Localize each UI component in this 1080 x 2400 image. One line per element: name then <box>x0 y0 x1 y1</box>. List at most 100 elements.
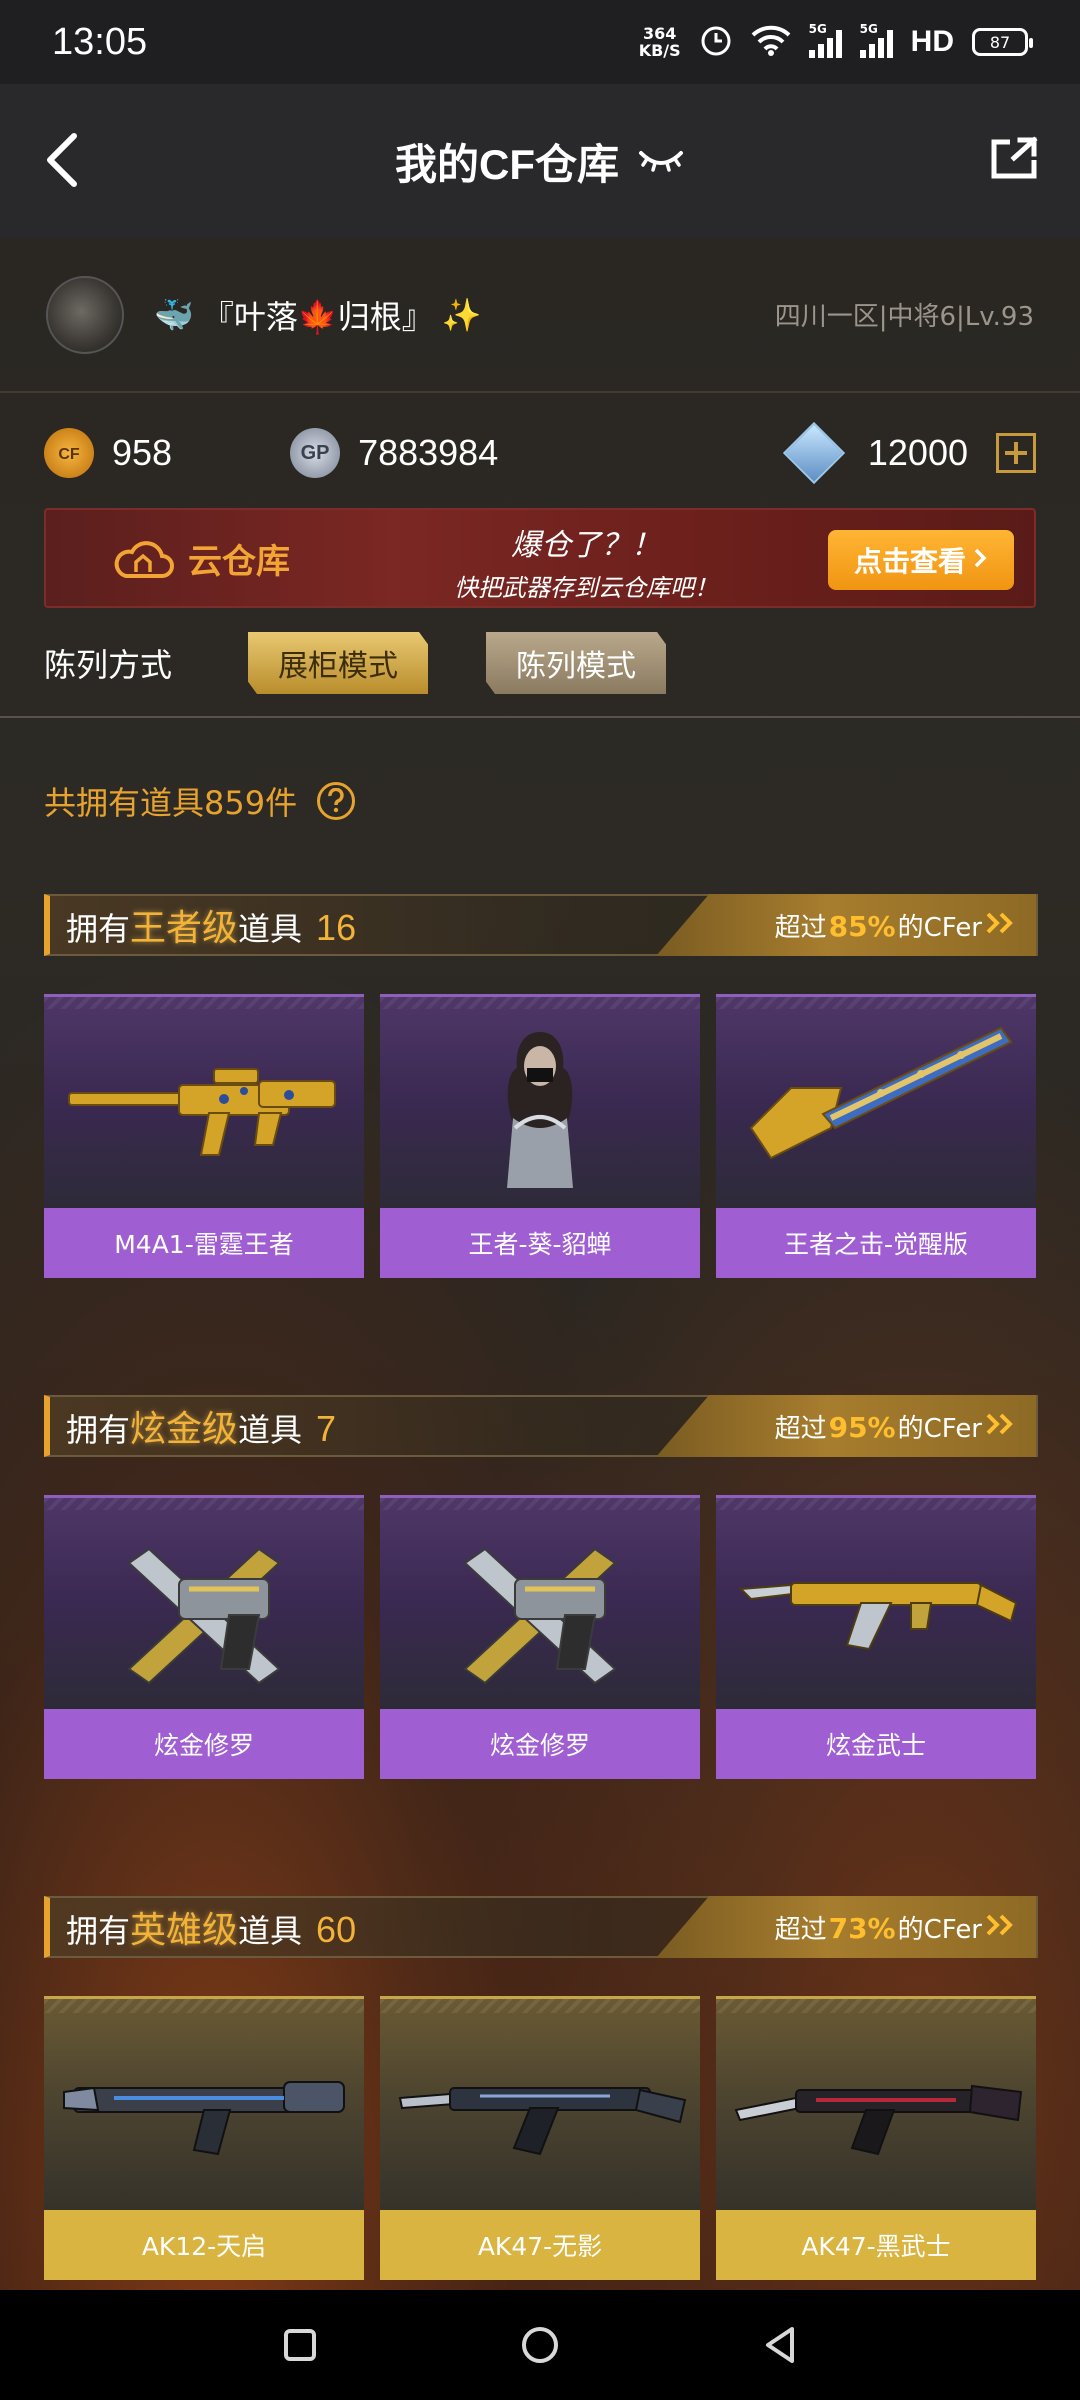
app-header: 我的CF仓库 <box>0 84 1080 238</box>
item-name: 炫金修罗 <box>44 1709 364 1779</box>
rank-suffix: 的CFer <box>897 1413 982 1444</box>
item-card[interactable]: 炫金修罗 <box>44 1495 364 1779</box>
item-name: 炫金修罗 <box>380 1709 700 1779</box>
section-prefix: 拥有 <box>66 910 131 948</box>
page-title-wrap: 我的CF仓库 <box>395 131 685 192</box>
gp-points-value: 7883984 <box>358 432 499 473</box>
hd-indicator: HD <box>910 25 954 58</box>
section-title: 拥有 英雄级 道具 60 <box>66 1901 356 1953</box>
page-title: 我的CF仓库 <box>395 140 619 188</box>
banner-slogan-line1: 爆仓了？！ <box>511 528 661 563</box>
section-prefix: 拥有 <box>66 1411 131 1449</box>
item-grid: 炫金修罗 炫金修罗 炫金武士 <box>44 1495 1038 1779</box>
cf-coin-icon: CF <box>44 428 94 478</box>
section-rank-link[interactable]: 超过 95% 的CFer <box>656 1395 1036 1457</box>
cloud-house-icon <box>112 536 174 580</box>
display-mode-label: 陈列方式 <box>44 646 173 684</box>
add-diamond-button[interactable] <box>996 433 1036 473</box>
section-king-tier: 拥有 王者级 道具 16 超过 85% 的CFer M4A1-雷霆王者 王者-葵… <box>44 894 1038 1278</box>
nickname-text: 『叶落🍁归根』 <box>201 297 434 336</box>
status-bar: 13:05 364 KB/S 5G 5G HD 87 <box>0 0 1080 84</box>
item-grid: M4A1-雷霆王者 王者-葵-貂蝉 王者之击-觉醒版 <box>44 994 1038 1278</box>
nickname: 🐳 『叶落🍁归根』 ✨ <box>154 292 482 338</box>
item-card[interactable]: 王者-葵-貂蝉 <box>380 994 700 1278</box>
item-card[interactable]: AK47-黑武士 <box>716 1996 1036 2280</box>
section-prefix: 拥有 <box>66 1912 131 1950</box>
back-icon[interactable] <box>40 128 84 192</box>
banner-slogan: 爆仓了？！ 快把武器存到云仓库吧！ <box>426 520 746 603</box>
item-name: AK12-天启 <box>44 2210 364 2280</box>
item-card[interactable]: 炫金修罗 <box>380 1495 700 1779</box>
avatar[interactable] <box>46 275 124 354</box>
item-card[interactable]: 王者之击-觉醒版 <box>716 994 1036 1278</box>
square-icon[interactable] <box>270 2315 330 2375</box>
diamond-value: 12000 <box>867 432 968 473</box>
cloud-warehouse-banner[interactable]: 云仓库 爆仓了？！ 快把武器存到云仓库吧！ 点击查看 <box>44 508 1036 608</box>
item-card[interactable]: M4A1-雷霆王者 <box>44 994 364 1278</box>
item-name: AK47-无影 <box>380 2210 700 2280</box>
rank-prefix: 超过 <box>774 912 827 943</box>
view-cloud-button[interactable]: 点击查看 <box>828 530 1014 590</box>
section-count: 60 <box>316 1909 357 1950</box>
display-mode-row: 陈列方式 展柜模式 陈列模式 <box>44 630 667 696</box>
item-card[interactable]: 炫金武士 <box>716 1495 1036 1779</box>
battery-icon: 87 <box>972 28 1033 56</box>
item-image <box>716 1996 1036 2210</box>
gp-coin-icon: GP <box>290 428 341 478</box>
system-nav-bar <box>0 2290 1080 2400</box>
section-header: 拥有 炫金级 道具 7 超过 95% 的CFer <box>44 1395 1038 1457</box>
item-image <box>44 1996 364 2210</box>
section-rank-link[interactable]: 超过 73% 的CFer <box>656 1896 1036 1958</box>
section-title: 拥有 王者级 道具 16 <box>66 899 356 951</box>
svg-text:CF: CF <box>58 446 80 463</box>
item-card[interactable]: AK47-无影 <box>380 1996 700 2280</box>
section-tier: 英雄级 <box>130 1910 239 1951</box>
section-count: 16 <box>316 907 357 948</box>
circle-icon[interactable] <box>510 2315 570 2375</box>
wifi-icon <box>751 24 791 60</box>
section-suffix: 道具 <box>238 1411 303 1449</box>
rank-suffix: 的CFer <box>897 1914 982 1945</box>
chevron-right-icon <box>972 544 988 577</box>
question-icon[interactable] <box>317 782 356 820</box>
section-tier: 王者级 <box>130 908 239 949</box>
diamond-icon <box>782 421 846 485</box>
item-image <box>716 1495 1036 1709</box>
list-mode-button[interactable]: 陈列模式 <box>486 632 667 694</box>
view-cloud-button-label: 点击查看 <box>853 545 966 578</box>
section-header: 拥有 王者级 道具 16 超过 85% 的CFer <box>44 894 1038 956</box>
section-header: 拥有 英雄级 道具 60 超过 73% 的CFer <box>44 1896 1038 1958</box>
rank-percent: 95% <box>828 1410 896 1444</box>
item-image <box>44 994 364 1208</box>
showcase-mode-button[interactable]: 展柜模式 <box>248 632 429 694</box>
eye-closed-icon[interactable] <box>637 137 685 185</box>
item-name: 王者-葵-貂蝉 <box>380 1208 700 1278</box>
battery-level: 87 <box>989 32 1011 52</box>
rank-percent: 85% <box>828 909 896 943</box>
status-time: 13:05 <box>52 20 148 63</box>
warehouse-content[interactable]: 🐳 『叶落🍁归根』 ✨ 四川一区|中将6|Lv.93 CF 958 GP 788… <box>0 238 1080 2290</box>
share-icon[interactable] <box>988 136 1040 180</box>
section-hero-tier: 拥有 英雄级 道具 60 超过 73% 的CFer AK12-天启 AK47-无… <box>44 1896 1038 2280</box>
item-image <box>380 1495 700 1709</box>
rank-text: 超过 85% 的CFer <box>775 907 982 944</box>
gp-points: GP 7883984 <box>290 428 498 478</box>
item-name: 炫金武士 <box>716 1709 1036 1779</box>
section-count: 7 <box>316 1408 337 1449</box>
double-chevron-icon <box>984 1913 1018 1941</box>
triangle-back-icon[interactable] <box>750 2315 810 2375</box>
item-name: AK47-黑武士 <box>716 2210 1036 2280</box>
section-suffix: 道具 <box>238 910 303 948</box>
rank-text: 超过 95% 的CFer <box>775 1408 982 1445</box>
gp-coin-label: GP <box>300 441 330 464</box>
item-card[interactable]: AK12-天启 <box>44 1996 364 2280</box>
status-icons: 364 KB/S 5G 5G HD 87 <box>639 22 1033 61</box>
currency-row: CF 958 GP 7883984 12000 <box>0 393 1080 513</box>
section-title: 拥有 炫金级 道具 7 <box>66 1400 336 1452</box>
double-chevron-icon <box>984 1412 1018 1440</box>
item-name: M4A1-雷霆王者 <box>44 1208 364 1278</box>
rank-prefix: 超过 <box>774 1413 827 1444</box>
item-image <box>380 994 700 1208</box>
section-rank-link[interactable]: 超过 85% 的CFer <box>656 894 1036 956</box>
sparkle-emoji: ✨ <box>441 295 482 334</box>
